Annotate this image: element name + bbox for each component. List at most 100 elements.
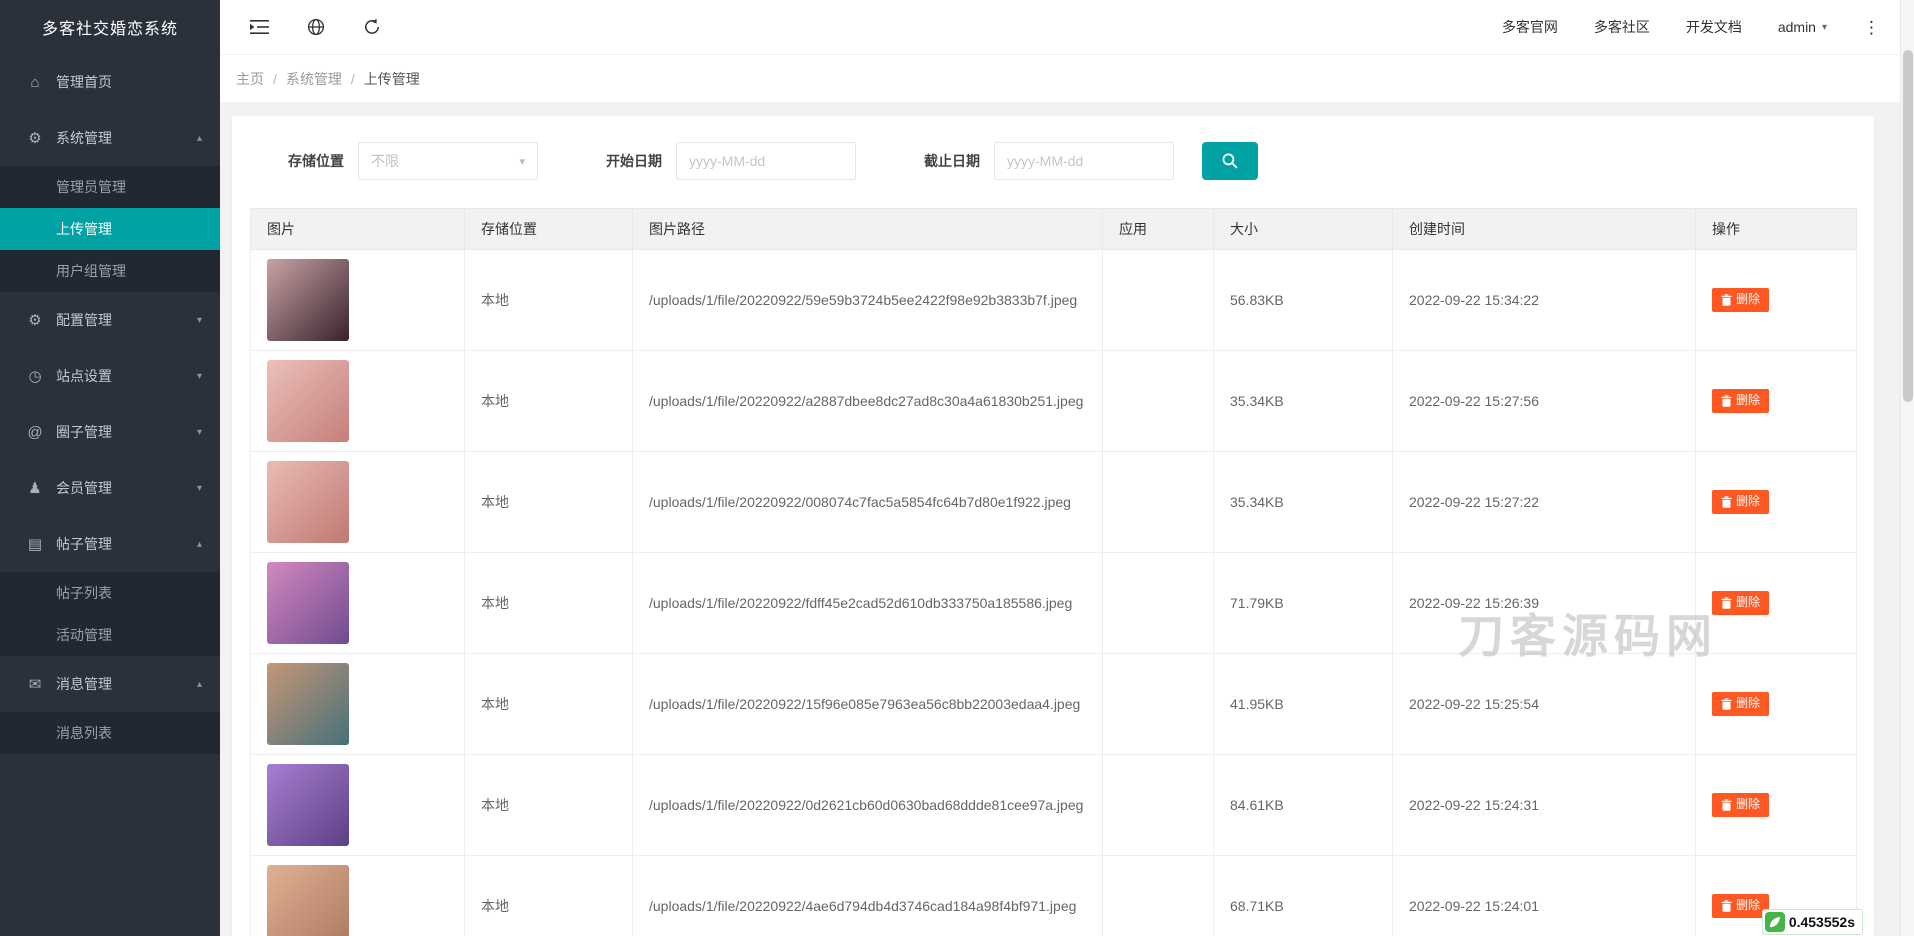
- image-thumbnail[interactable]: [267, 663, 349, 745]
- app-cell: [1103, 250, 1214, 351]
- end-date-label: 截止日期: [924, 151, 980, 171]
- start-date-input[interactable]: [676, 142, 856, 180]
- app-shell: 多客社交婚恋系统 ⌂ 管理首页 ⚙ 系统管理 ▴ 管理员管理 上传管理 用户组管…: [0, 0, 1914, 936]
- app-cell: [1103, 351, 1214, 452]
- content-card: 存储位置 不限 ▾ 开始日期 截止日期: [232, 116, 1874, 936]
- delete-button-label: 删除: [1736, 899, 1760, 912]
- created-cell: 2022-09-22 15:24:31: [1393, 755, 1696, 856]
- image-thumbnail[interactable]: [267, 562, 349, 644]
- collapse-menu-icon[interactable]: [250, 19, 269, 35]
- sidebar-item-admin-management[interactable]: 管理员管理: [0, 166, 220, 208]
- breadcrumb-system-management[interactable]: 系统管理: [286, 69, 342, 89]
- image-thumbnail[interactable]: [267, 259, 349, 341]
- globe-icon[interactable]: [307, 18, 325, 36]
- column-header-app: 应用: [1103, 209, 1214, 250]
- table-row: 本地 /uploads/1/file/20220922/0d2621cb60d0…: [251, 755, 1857, 856]
- render-time-badge: 0.453552s: [1762, 909, 1863, 935]
- created-cell: 2022-09-22 15:24:01: [1393, 856, 1696, 936]
- path-cell: /uploads/1/file/20220922/59e59b3724b5ee2…: [633, 250, 1103, 351]
- app-cell: [1103, 452, 1214, 553]
- sidebar-item-system-management[interactable]: ⚙ 系统管理 ▴: [0, 110, 220, 166]
- topbar-right: 多客官网 多客社区 开发文档 admin ▾ ⋮: [1502, 17, 1880, 37]
- caret-down-icon: ▾: [197, 483, 202, 494]
- scrollbar-thumb[interactable]: [1903, 50, 1913, 402]
- storage-cell: 本地: [465, 553, 633, 654]
- delete-button[interactable]: 删除: [1712, 490, 1769, 513]
- more-menu-icon[interactable]: ⋮: [1863, 19, 1880, 36]
- created-cell: 2022-09-22 15:34:22: [1393, 250, 1696, 351]
- delete-button[interactable]: 删除: [1712, 591, 1769, 614]
- storage-location-select[interactable]: 不限 ▾: [358, 142, 538, 180]
- render-time-value: 0.453552s: [1789, 914, 1855, 930]
- created-cell: 2022-09-22 15:25:54: [1393, 654, 1696, 755]
- start-date-label: 开始日期: [606, 151, 662, 171]
- delete-button-label: 删除: [1736, 596, 1760, 609]
- trash-icon: [1721, 698, 1732, 710]
- sidebar-item-member-management[interactable]: ♟ 会员管理 ▾: [0, 460, 220, 516]
- delete-button[interactable]: 删除: [1712, 389, 1769, 412]
- delete-button[interactable]: 删除: [1712, 692, 1769, 715]
- caret-down-icon: ▾: [197, 427, 202, 438]
- vertical-scrollbar[interactable]: [1900, 0, 1914, 936]
- trash-icon: [1721, 395, 1732, 407]
- path-cell: /uploads/1/file/20220922/a2887dbee8dc27a…: [633, 351, 1103, 452]
- sidebar-item-activity-management[interactable]: 活动管理: [0, 614, 220, 656]
- size-cell: 35.34KB: [1214, 351, 1393, 452]
- sidebar-item-upload-management[interactable]: 上传管理: [0, 208, 220, 250]
- delete-button[interactable]: 删除: [1712, 288, 1769, 311]
- caret-down-icon: ▾: [1822, 22, 1827, 33]
- sidebar-item-circle-management[interactable]: @ 圈子管理 ▾: [0, 404, 220, 460]
- caret-up-icon: ▴: [197, 133, 202, 144]
- message-icon: ✉: [24, 675, 46, 693]
- image-thumbnail[interactable]: [267, 865, 349, 936]
- posts-icon: ▤: [24, 535, 46, 553]
- delete-button-label: 删除: [1736, 394, 1760, 407]
- sidebar-item-site-settings[interactable]: ◷ 站点设置 ▾: [0, 348, 220, 404]
- sidebar-item-admin-home[interactable]: ⌂ 管理首页: [0, 54, 220, 110]
- breadcrumb: 主页 / 系统管理 / 上传管理: [236, 69, 420, 89]
- path-cell: /uploads/1/file/20220922/0d2621cb60d0630…: [633, 755, 1103, 856]
- user-icon: ♟: [24, 479, 46, 497]
- storage-cell: 本地: [465, 250, 633, 351]
- image-thumbnail[interactable]: [267, 461, 349, 543]
- refresh-icon[interactable]: [363, 18, 381, 36]
- end-date-input[interactable]: [994, 142, 1174, 180]
- gear-icon: ⚙: [24, 129, 46, 147]
- column-header-storage: 存储位置: [465, 209, 633, 250]
- sidebar-item-post-list[interactable]: 帖子列表: [0, 572, 220, 614]
- delete-button[interactable]: 删除: [1712, 894, 1769, 917]
- table-row: 本地 /uploads/1/file/20220922/59e59b3724b5…: [251, 250, 1857, 351]
- leaf-icon: [1765, 912, 1785, 932]
- image-thumbnail[interactable]: [267, 764, 349, 846]
- content-column: 多客官网 多客社区 开发文档 admin ▾ ⋮ 主页 / 系统管理 / 上传管…: [220, 0, 1914, 936]
- table-row: 本地 /uploads/1/file/20220922/4ae6d794db4d…: [251, 856, 1857, 936]
- delete-button-label: 删除: [1736, 293, 1760, 306]
- column-header-path: 图片路径: [633, 209, 1103, 250]
- sidebar-item-user-group-management[interactable]: 用户组管理: [0, 250, 220, 292]
- sidebar-item-post-management[interactable]: ▤ 帖子管理 ▴: [0, 516, 220, 572]
- topbar-link-official-site[interactable]: 多客官网: [1502, 17, 1558, 37]
- breadcrumb-home[interactable]: 主页: [236, 69, 264, 89]
- storage-cell: 本地: [465, 351, 633, 452]
- delete-button-label: 删除: [1736, 798, 1760, 811]
- path-cell: /uploads/1/file/20220922/008074c7fac5a58…: [633, 452, 1103, 553]
- created-cell: 2022-09-22 15:27:22: [1393, 452, 1696, 553]
- size-cell: 68.71KB: [1214, 856, 1393, 936]
- app-cell: [1103, 654, 1214, 755]
- breadcrumb-separator: /: [273, 71, 277, 87]
- search-button[interactable]: [1202, 142, 1258, 180]
- upload-table: 图片 存储位置 图片路径 应用 大小 创建时间 操作 本地 /uploads/1…: [250, 208, 1857, 936]
- size-cell: 35.34KB: [1214, 452, 1393, 553]
- storage-cell: 本地: [465, 452, 633, 553]
- user-menu[interactable]: admin ▾: [1778, 19, 1827, 35]
- topbar-link-dev-docs[interactable]: 开发文档: [1686, 17, 1742, 37]
- topbar-link-community[interactable]: 多客社区: [1594, 17, 1650, 37]
- sidebar-submenu-post-management: 帖子列表 活动管理: [0, 572, 220, 656]
- image-thumbnail[interactable]: [267, 360, 349, 442]
- column-header-size: 大小: [1214, 209, 1393, 250]
- path-cell: /uploads/1/file/20220922/4ae6d794db4d374…: [633, 856, 1103, 936]
- sidebar-item-message-management[interactable]: ✉ 消息管理 ▴: [0, 656, 220, 712]
- sidebar-item-message-list[interactable]: 消息列表: [0, 712, 220, 754]
- sidebar-item-config-management[interactable]: ⚙ 配置管理 ▾: [0, 292, 220, 348]
- delete-button[interactable]: 删除: [1712, 793, 1769, 816]
